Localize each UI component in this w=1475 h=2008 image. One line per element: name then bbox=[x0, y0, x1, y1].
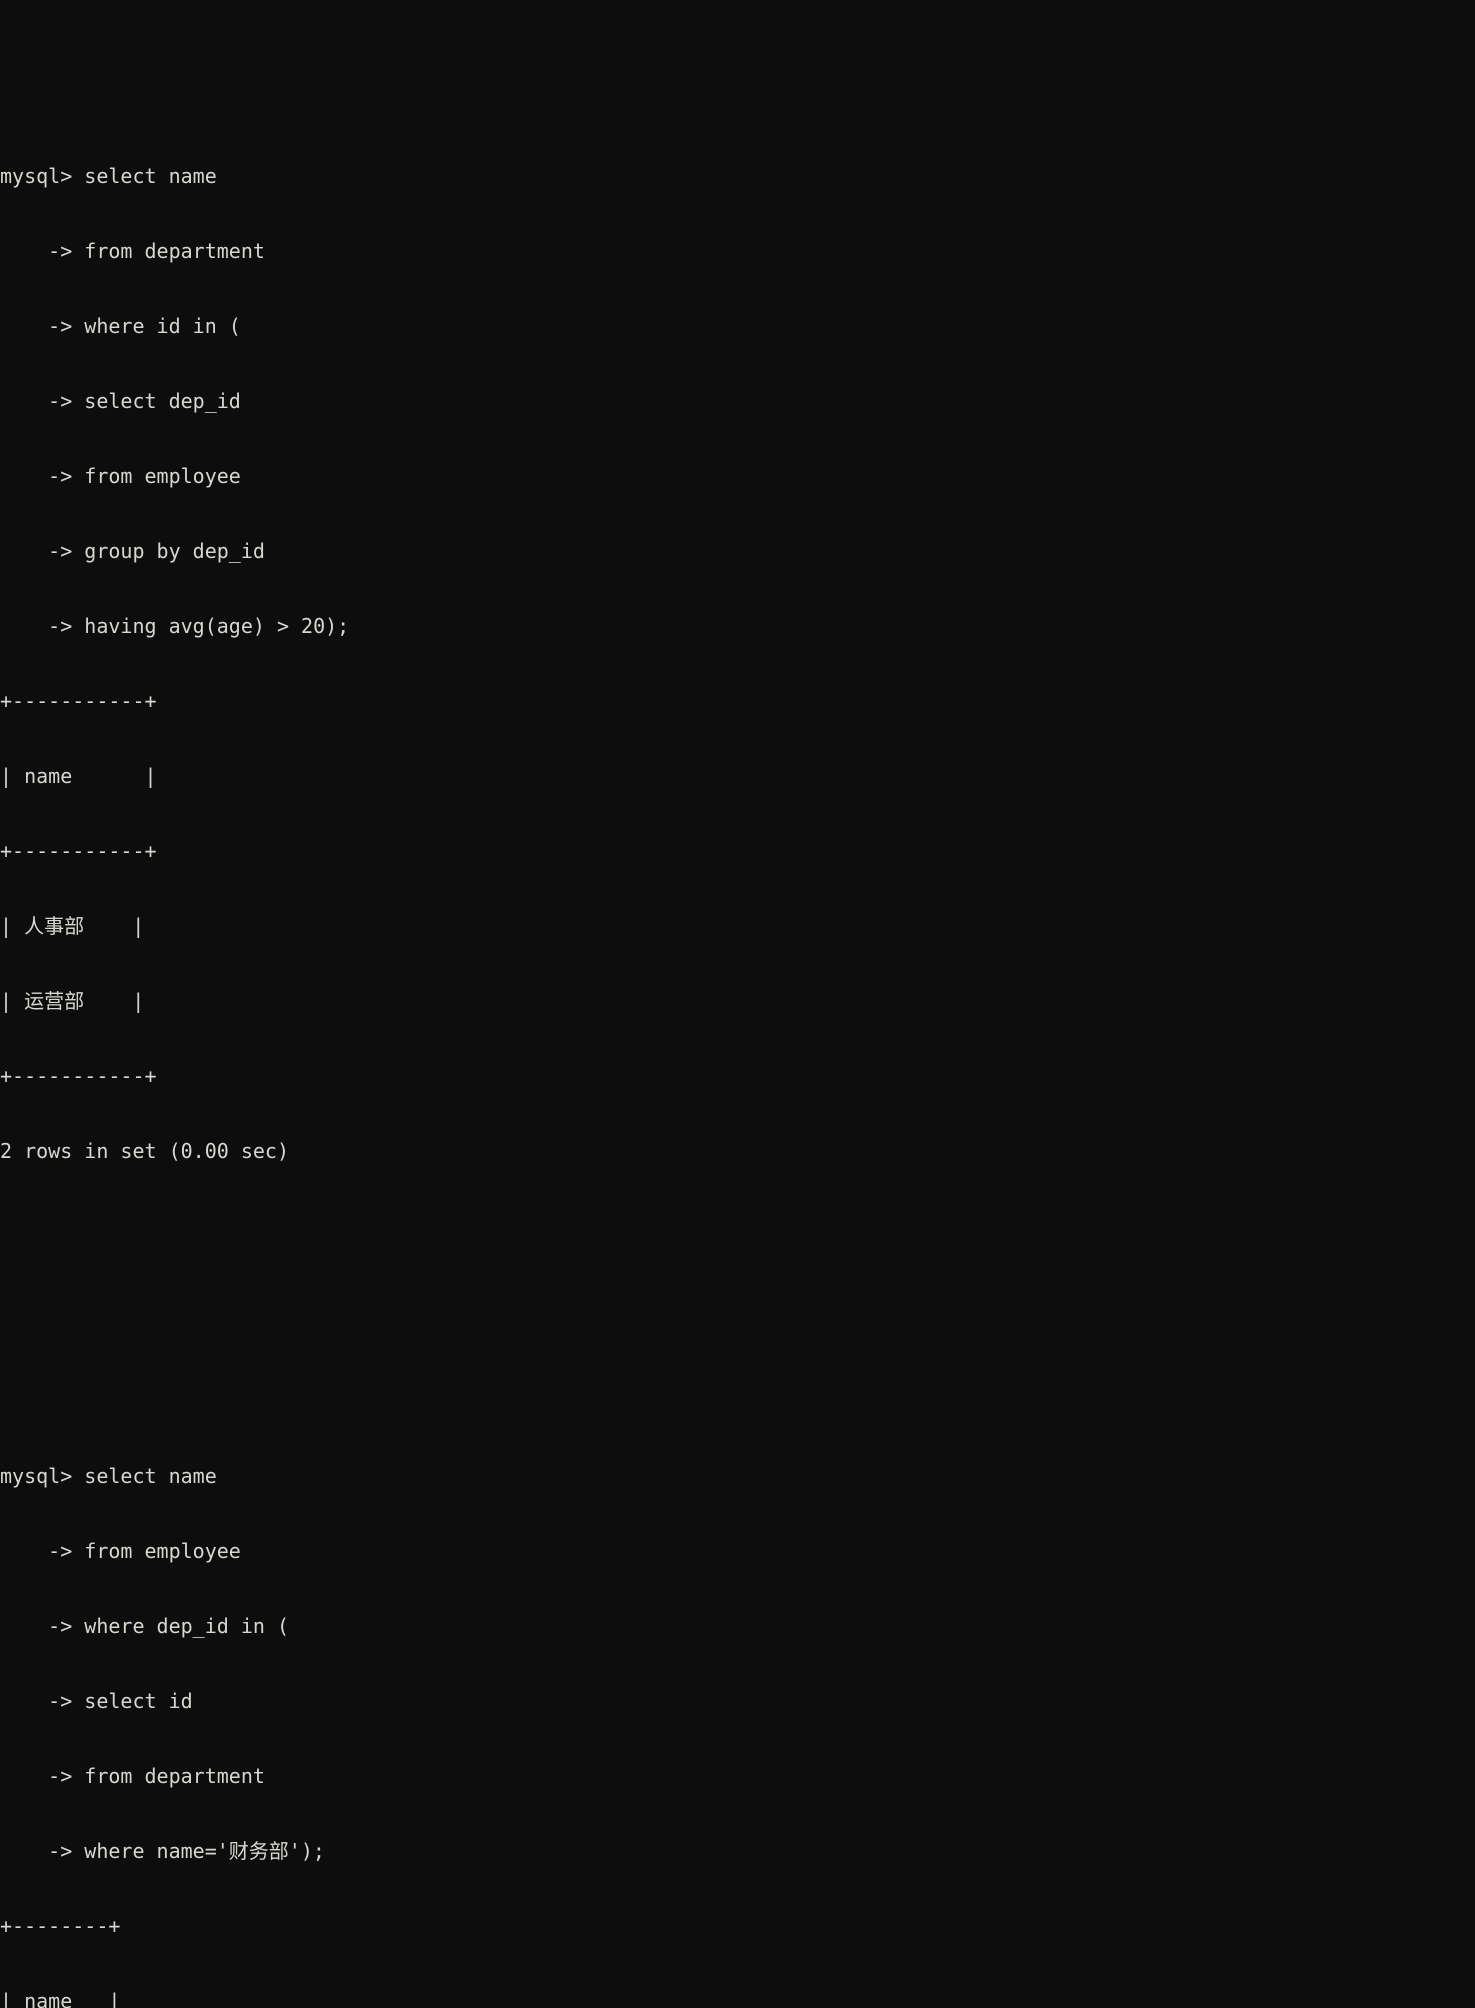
command-line: -> where name='财务部'); bbox=[0, 1839, 325, 1863]
table-header-row: | name | bbox=[0, 764, 157, 788]
command-line: -> where id in ( bbox=[0, 314, 241, 338]
terminal-screen[interactable]: mysql> select name -> from department ->… bbox=[0, 0, 1475, 2008]
table-top-border: +--------+ bbox=[0, 1914, 121, 1938]
table-top-border: +-----------+ bbox=[0, 689, 157, 713]
command-line: -> having avg(age) > 20); bbox=[0, 614, 350, 638]
command-block: mysql> select name -> from department ->… bbox=[0, 114, 1475, 1214]
command-line: -> select dep_id bbox=[0, 389, 241, 413]
table-header-border: +-----------+ bbox=[0, 839, 157, 863]
command-line: mysql> select name bbox=[0, 1464, 217, 1488]
command-block: mysql> select name -> from employee -> w… bbox=[0, 1414, 1475, 2008]
command-line: -> from employee bbox=[0, 464, 241, 488]
table-bottom-border: +-----------+ bbox=[0, 1064, 157, 1088]
command-line: mysql> select name bbox=[0, 164, 217, 188]
table-row: | 运营部 | bbox=[0, 989, 145, 1013]
status-line: 2 rows in set (0.00 sec) bbox=[0, 1139, 289, 1163]
command-line: -> select id bbox=[0, 1689, 193, 1713]
command-line: -> group by dep_id bbox=[0, 539, 265, 563]
command-line: -> from employee bbox=[0, 1539, 241, 1563]
table-row: | 人事部 | bbox=[0, 914, 145, 938]
command-line: -> from department bbox=[0, 239, 265, 263]
table-header-row: | name | bbox=[0, 1989, 121, 2008]
command-line: -> from department bbox=[0, 1764, 265, 1788]
command-line: -> where dep_id in ( bbox=[0, 1614, 289, 1638]
